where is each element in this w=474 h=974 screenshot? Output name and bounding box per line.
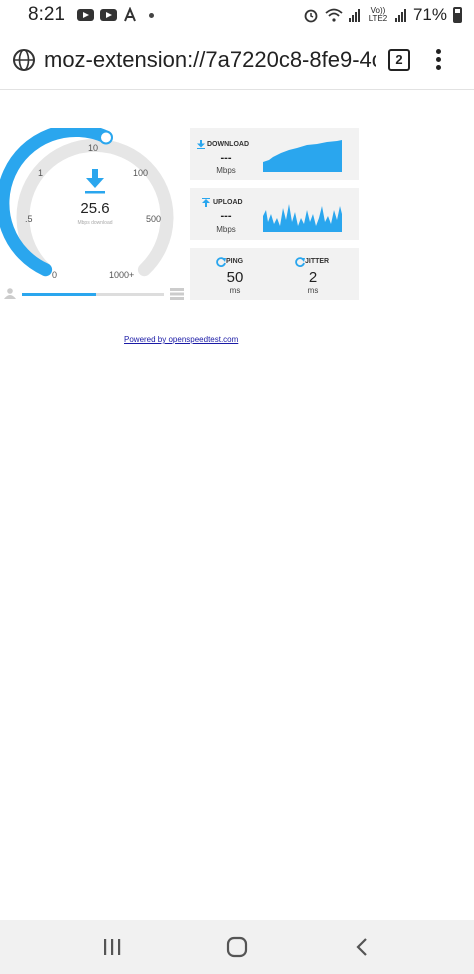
menu-dot [436, 49, 441, 54]
upload-unit: Mbps [216, 225, 236, 234]
battery-percentage: 71% [412, 5, 447, 24]
more-notifications-icon [148, 12, 154, 18]
globe-icon[interactable] [12, 48, 36, 72]
ping-value: 50 [226, 269, 244, 286]
gauge-label-10: 10 [88, 143, 99, 153]
home-button[interactable] [217, 927, 257, 967]
menu-dot [436, 57, 441, 62]
gauge-footer [4, 288, 186, 302]
signal-icon [394, 9, 406, 22]
status-time: 8:21 [28, 4, 65, 25]
system-nav-bar [0, 920, 474, 974]
browser-toolbar: moz-extension://7a7220c8-8fe9-4c7b 2 [0, 30, 474, 90]
download-graph [263, 140, 342, 172]
back-icon [356, 938, 367, 956]
back-button[interactable] [342, 927, 382, 967]
download-card: DOWNLOAD --- Mbps [190, 128, 359, 180]
menu-dot [436, 65, 441, 70]
status-bar: 8:21 Vo)) LTE2 71% [0, 0, 474, 30]
ping-refresh-icon [216, 257, 226, 267]
upload-value: --- [220, 210, 232, 222]
speed-gauge: 0 .5 1 10 100 500 1000+ 25.6 Mbps downlo… [0, 128, 190, 303]
menu-button[interactable] [436, 49, 441, 70]
user-icon [4, 288, 16, 299]
gauge-label-500: 500 [146, 214, 162, 224]
download-title: DOWNLOAD [207, 141, 249, 148]
upload-title: UPLOAD [213, 199, 243, 206]
upload-card: UPLOAD --- Mbps [190, 188, 359, 240]
upload-graph [263, 204, 342, 232]
alarm-icon [304, 9, 318, 23]
system-icons: Vo)) LTE2 71% [303, 5, 462, 25]
download-small-icon [197, 140, 205, 149]
gauge-value: 25.6 [80, 200, 110, 217]
amazon-icon [124, 7, 136, 22]
signal-icon [348, 9, 360, 22]
gauge-label-100: 100 [133, 168, 149, 178]
jitter-value: 2 [308, 269, 318, 286]
download-arrow-icon [85, 169, 105, 194]
recent-apps-button[interactable] [92, 927, 132, 967]
gauge-unit: Mbps download [77, 220, 113, 226]
battery-icon [453, 7, 462, 23]
gauge-label-1: 1 [38, 168, 44, 178]
youtube-icon [99, 9, 117, 21]
tab-count-button[interactable]: 2 [388, 48, 410, 71]
gauge-knob [99, 130, 113, 145]
upload-small-icon [202, 198, 210, 207]
youtube-icon [76, 9, 94, 21]
jitter-title: JITTER [305, 258, 330, 265]
home-icon [226, 936, 248, 958]
notification-icons [76, 7, 154, 23]
jitter-refresh-icon [295, 257, 305, 267]
ping-jitter-card: PING 50 ms JITTER 2 ms [190, 248, 359, 300]
jitter-unit: ms [307, 286, 319, 295]
address-bar[interactable]: moz-extension://7a7220c8-8fe9-4c7b [44, 47, 376, 73]
test-progress-fill [22, 293, 96, 296]
gauge-label-0: 0 [52, 270, 58, 280]
powered-by-link[interactable]: Powered by openspeedtest.com [124, 335, 238, 344]
test-progress-bar [22, 293, 164, 296]
network-type-label: Vo)) LTE2 [368, 6, 388, 23]
gauge-label-1000: 1000+ [109, 270, 135, 280]
ping-unit: ms [229, 286, 241, 295]
download-value: --- [220, 152, 232, 164]
download-unit: Mbps [216, 166, 236, 175]
gauge-label-0.5: .5 [25, 214, 33, 224]
ping-title: PING [226, 258, 244, 265]
recent-apps-icon [104, 939, 121, 955]
server-list-icon[interactable] [170, 288, 184, 300]
wifi-icon [325, 8, 343, 22]
